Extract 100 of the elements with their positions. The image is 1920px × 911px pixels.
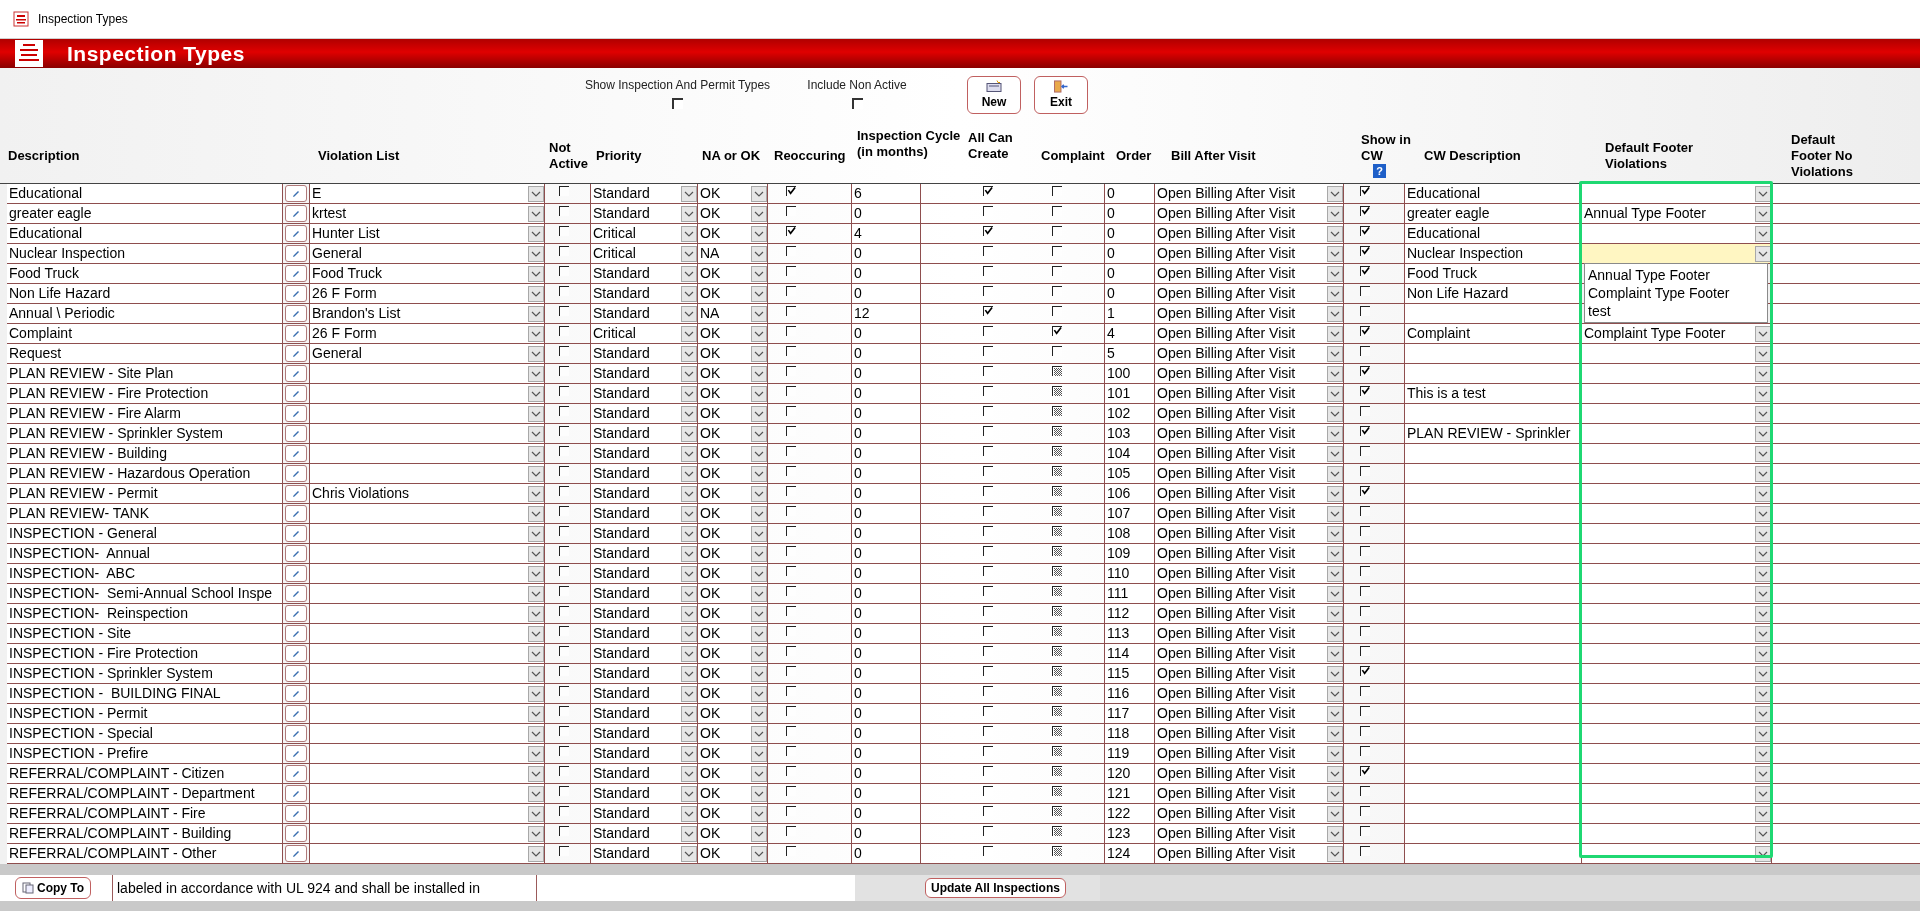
checkbox[interactable]	[559, 246, 569, 256]
text-field[interactable]: 0	[851, 844, 921, 863]
checkbox[interactable]	[559, 206, 569, 216]
checkbox[interactable]	[1360, 566, 1370, 576]
text-field[interactable]: REFERRAL/COMPLAINT - Citizen	[7, 764, 283, 783]
text-field[interactable]	[1772, 704, 1920, 723]
dropdown[interactable]: OK	[698, 344, 768, 363]
text-field[interactable]: 0	[851, 504, 921, 523]
text-field[interactable]: 0	[851, 744, 921, 763]
dropdown[interactable]: Standard	[590, 384, 698, 403]
text-field[interactable]	[1404, 344, 1582, 363]
dropdown[interactable]: Standard	[590, 784, 698, 803]
text-field[interactable]	[1404, 704, 1582, 723]
text-field[interactable]: Nuclear Inspection	[1404, 244, 1582, 263]
dropdown[interactable]: OK	[698, 424, 768, 443]
dropdown[interactable]: Open Billing After Visit	[1155, 604, 1344, 623]
text-field[interactable]: 116	[1104, 684, 1155, 703]
text-field[interactable]	[1772, 824, 1920, 843]
text-field[interactable]: 102	[1104, 404, 1155, 423]
dropdown[interactable]: OK	[698, 824, 768, 843]
dropdown[interactable]: Open Billing After Visit	[1155, 784, 1344, 803]
checkbox[interactable]	[1052, 706, 1062, 716]
text-field[interactable]: 110	[1104, 564, 1155, 583]
text-field[interactable]	[1772, 784, 1920, 803]
edit-button[interactable]	[285, 325, 307, 342]
dropdown[interactable]: OK	[698, 384, 768, 403]
dropdown[interactable]: E	[309, 184, 545, 203]
dropdown[interactable]: Open Billing After Visit	[1155, 424, 1344, 443]
text-field[interactable]	[1772, 384, 1920, 403]
text-field[interactable]: 0	[851, 804, 921, 823]
checkbox[interactable]	[559, 826, 569, 836]
text-field[interactable]: 12	[851, 304, 921, 323]
text-field[interactable]: 112	[1104, 604, 1155, 623]
edit-button[interactable]	[285, 245, 307, 262]
dropdown[interactable]: Open Billing After Visit	[1155, 184, 1344, 203]
dropdown[interactable]: Standard	[590, 544, 698, 563]
dropdown[interactable]: OK	[698, 504, 768, 523]
edit-button[interactable]	[285, 565, 307, 582]
text-field[interactable]: 105	[1104, 464, 1155, 483]
text-field[interactable]: 4	[851, 224, 921, 243]
dropdown[interactable]: OK	[698, 564, 768, 583]
text-field[interactable]: 108	[1104, 524, 1155, 543]
dropdown[interactable]: 26 F Form	[309, 284, 545, 303]
dropdown[interactable]: Open Billing After Visit	[1155, 824, 1344, 843]
text-field[interactable]	[1404, 524, 1582, 543]
checkbox[interactable]	[559, 646, 569, 656]
text-field[interactable]: 0	[851, 324, 921, 343]
text-field[interactable]	[1772, 264, 1920, 283]
text-field[interactable]: 0	[851, 764, 921, 783]
edit-button[interactable]	[285, 365, 307, 382]
dropdown[interactable]: OK	[698, 224, 768, 243]
checkbox[interactable]	[1360, 346, 1370, 356]
edit-button[interactable]	[285, 805, 307, 822]
dropdown[interactable]: Brandon's List	[309, 304, 545, 323]
text-field[interactable]: PLAN REVIEW - Permit	[7, 484, 283, 503]
text-field[interactable]	[1404, 504, 1582, 523]
text-field[interactable]: 0	[851, 584, 921, 603]
dropdown[interactable]: OK	[698, 284, 768, 303]
dropdown[interactable]: OK	[698, 464, 768, 483]
edit-button[interactable]	[285, 725, 307, 742]
edit-button[interactable]	[285, 485, 307, 502]
checkbox[interactable]	[1360, 806, 1370, 816]
text-field[interactable]: INSPECTION- Reinspection	[7, 604, 283, 623]
dropdown[interactable]: OK	[698, 844, 768, 863]
dropdown[interactable]: Open Billing After Visit	[1155, 504, 1344, 523]
dropdown[interactable]: Hunter List	[309, 224, 545, 243]
edit-button[interactable]	[285, 265, 307, 282]
checkbox[interactable]	[1360, 466, 1370, 476]
dropdown[interactable]: Standard	[590, 624, 698, 643]
checkbox[interactable]	[559, 226, 569, 236]
text-field[interactable]	[1772, 204, 1920, 223]
dropdown[interactable]: Standard	[590, 344, 698, 363]
text-field[interactable]	[1772, 764, 1920, 783]
text-field[interactable]: 0	[851, 644, 921, 663]
text-field[interactable]	[1404, 684, 1582, 703]
dropdown[interactable]: Standard	[590, 684, 698, 703]
checkbox[interactable]	[1360, 646, 1370, 656]
checkbox[interactable]	[1360, 626, 1370, 636]
checkbox[interactable]	[1360, 766, 1370, 776]
dropdown[interactable]: Open Billing After Visit	[1155, 644, 1344, 663]
checkbox[interactable]	[1052, 686, 1062, 696]
text-field[interactable]	[1404, 404, 1582, 423]
dropdown[interactable]: Standard	[590, 764, 698, 783]
dropdown[interactable]: OK	[698, 664, 768, 683]
dropdown[interactable]: Food Truck	[309, 264, 545, 283]
text-field[interactable]	[1772, 304, 1920, 323]
text-field[interactable]: Annual \ Periodic	[7, 304, 283, 323]
text-field[interactable]: 0	[1104, 184, 1155, 203]
text-field[interactable]	[1404, 644, 1582, 663]
text-field[interactable]: 123	[1104, 824, 1155, 843]
checkbox[interactable]	[1360, 286, 1370, 296]
dropdown[interactable]: Standard	[590, 284, 698, 303]
text-field[interactable]: INSPECTION - Sprinkler System	[7, 664, 283, 683]
edit-button[interactable]	[285, 205, 307, 222]
edit-button[interactable]	[285, 825, 307, 842]
text-field[interactable]: 0	[1104, 284, 1155, 303]
dropdown[interactable]: Standard	[590, 844, 698, 863]
dropdown[interactable]: Standard	[590, 524, 698, 543]
edit-button[interactable]	[285, 845, 307, 862]
edit-button[interactable]	[285, 745, 307, 762]
